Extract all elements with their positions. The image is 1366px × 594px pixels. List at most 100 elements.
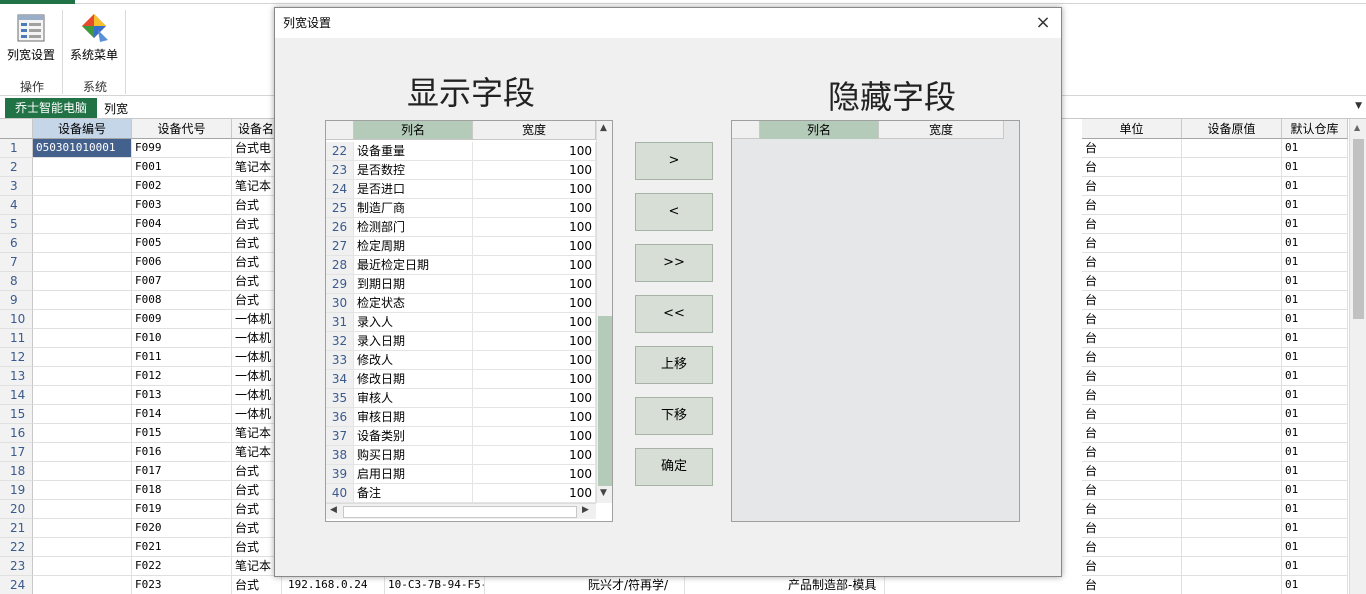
grid-cell-code[interactable] bbox=[33, 253, 132, 272]
grid-cell-wh[interactable]: 01 bbox=[1282, 481, 1348, 500]
move-all-left-button[interactable]: << bbox=[635, 295, 713, 333]
field-width[interactable]: 100 bbox=[473, 465, 596, 484]
grid-cell-id[interactable]: F017 bbox=[132, 462, 232, 481]
field-width[interactable]: 100 bbox=[473, 294, 596, 313]
grid-cell-wh[interactable]: 01 bbox=[1282, 272, 1348, 291]
grid-cell-dept[interactable]: 产品制造部-模具 bbox=[785, 576, 885, 594]
grid-cell-n[interactable]: 11 bbox=[0, 329, 33, 348]
scrollbar-thumb[interactable] bbox=[598, 316, 612, 486]
grid-cell-id[interactable]: F009 bbox=[132, 310, 232, 329]
grid-cell-price[interactable] bbox=[1182, 424, 1282, 443]
grid-cell-code[interactable] bbox=[33, 538, 132, 557]
table-row[interactable]: 24 F023 台式 台 01 192.168.0.24 10-C3-7B-94-F5- 阮兴… bbox=[0, 576, 1366, 594]
grid-cell-id[interactable]: F004 bbox=[132, 215, 232, 234]
grid-cell-id[interactable]: F023 bbox=[132, 576, 232, 594]
list-item[interactable]: 32 录入日期 100 bbox=[326, 332, 596, 351]
grid-vertical-scrollbar[interactable]: ▲ bbox=[1349, 119, 1366, 594]
list-item[interactable]: 35 审核人 100 bbox=[326, 389, 596, 408]
grid-cell-id[interactable]: F006 bbox=[132, 253, 232, 272]
list-item[interactable]: 27 检定周期 100 bbox=[326, 237, 596, 256]
field-name[interactable]: 审核日期 bbox=[354, 408, 473, 427]
grid-cell-code[interactable] bbox=[33, 405, 132, 424]
grid-cell-price[interactable] bbox=[1182, 481, 1282, 500]
grid-cell-id[interactable]: F019 bbox=[132, 500, 232, 519]
field-name[interactable]: 检定周期 bbox=[354, 237, 473, 256]
grid-cell-n[interactable]: 23 bbox=[0, 557, 33, 576]
grid-cell-code[interactable] bbox=[33, 348, 132, 367]
field-width[interactable]: 100 bbox=[473, 408, 596, 427]
grid-cell-price[interactable] bbox=[1182, 139, 1282, 158]
grid-cell-wh[interactable]: 01 bbox=[1282, 234, 1348, 253]
fields-vertical-scrollbar[interactable]: ▲ ▼ bbox=[596, 121, 612, 503]
field-name[interactable]: 到期日期 bbox=[354, 275, 473, 294]
grid-cell-n[interactable]: 18 bbox=[0, 462, 33, 481]
grid-cell-wh[interactable]: 01 bbox=[1282, 139, 1348, 158]
grid-cell-unit[interactable]: 台 bbox=[1082, 310, 1182, 329]
field-name[interactable]: 检定状态 bbox=[354, 294, 473, 313]
list-item[interactable]: 22 设备重量 100 bbox=[326, 142, 596, 161]
column-header-name[interactable]: 列名 bbox=[760, 121, 879, 139]
grid-cell-code[interactable] bbox=[33, 481, 132, 500]
grid-cell-user[interactable]: 阮兴才/符再学/ bbox=[585, 576, 685, 594]
field-name[interactable]: 修改日期 bbox=[354, 370, 473, 389]
grid-cell-n[interactable]: 13 bbox=[0, 367, 33, 386]
grid-cell-wh[interactable]: 01 bbox=[1282, 196, 1348, 215]
column-header[interactable]: 设备原值 bbox=[1182, 119, 1282, 139]
grid-cell-n[interactable]: 22 bbox=[0, 538, 33, 557]
grid-cell-price[interactable] bbox=[1182, 215, 1282, 234]
move-down-button[interactable]: 下移 bbox=[635, 397, 713, 435]
grid-cell-id[interactable]: F008 bbox=[132, 291, 232, 310]
grid-cell-unit[interactable]: 台 bbox=[1082, 234, 1182, 253]
field-width[interactable]: 100 bbox=[473, 256, 596, 275]
list-item[interactable]: 25 制造厂商 100 bbox=[326, 199, 596, 218]
move-all-right-button[interactable]: >> bbox=[635, 244, 713, 282]
grid-cell-n[interactable]: 9 bbox=[0, 291, 33, 310]
grid-cell-wh[interactable]: 01 bbox=[1282, 177, 1348, 196]
grid-cell-wh[interactable]: 01 bbox=[1282, 462, 1348, 481]
move-right-button[interactable]: > bbox=[635, 142, 713, 180]
grid-cell-unit[interactable]: 台 bbox=[1082, 367, 1182, 386]
grid-cell-wh[interactable]: 01 bbox=[1282, 538, 1348, 557]
grid-cell-price[interactable] bbox=[1182, 405, 1282, 424]
grid-cell-price[interactable] bbox=[1182, 329, 1282, 348]
grid-cell-price[interactable] bbox=[1182, 253, 1282, 272]
grid-cell-code[interactable]: 050301010001 bbox=[33, 139, 132, 158]
grid-cell-unit[interactable]: 台 bbox=[1082, 291, 1182, 310]
list-item[interactable]: 36 审核日期 100 bbox=[326, 408, 596, 427]
grid-cell-unit[interactable]: 台 bbox=[1082, 348, 1182, 367]
column-header-width[interactable]: 宽度 bbox=[879, 121, 1004, 139]
list-item[interactable]: 28 最近检定日期 100 bbox=[326, 256, 596, 275]
grid-cell-id[interactable]: F007 bbox=[132, 272, 232, 291]
field-name[interactable]: 录入日期 bbox=[354, 332, 473, 351]
field-width[interactable]: 100 bbox=[473, 389, 596, 408]
field-width[interactable]: 100 bbox=[473, 313, 596, 332]
ok-button[interactable]: 确定 bbox=[635, 448, 713, 486]
field-name[interactable]: 是否数控 bbox=[354, 161, 473, 180]
grid-cell-unit[interactable]: 台 bbox=[1082, 557, 1182, 576]
grid-cell-price[interactable] bbox=[1182, 196, 1282, 215]
field-width[interactable]: 100 bbox=[473, 351, 596, 370]
arrow-down-icon[interactable]: ▼ bbox=[600, 488, 607, 498]
list-item[interactable]: 26 检测部门 100 bbox=[326, 218, 596, 237]
grid-cell-code[interactable] bbox=[33, 215, 132, 234]
grid-cell-price[interactable] bbox=[1182, 576, 1282, 594]
grid-cell-wh[interactable]: 01 bbox=[1282, 405, 1348, 424]
column-header[interactable]: 单位 bbox=[1082, 119, 1182, 139]
grid-corner[interactable] bbox=[0, 119, 33, 139]
list-item[interactable]: 33 修改人 100 bbox=[326, 351, 596, 370]
grid-cell-price[interactable] bbox=[1182, 557, 1282, 576]
field-width[interactable]: 100 bbox=[473, 199, 596, 218]
grid-cell-n[interactable]: 20 bbox=[0, 500, 33, 519]
move-up-button[interactable]: 上移 bbox=[635, 346, 713, 384]
field-width[interactable]: 100 bbox=[473, 484, 596, 503]
field-name[interactable]: 检测部门 bbox=[354, 218, 473, 237]
field-name[interactable]: 设备类别 bbox=[354, 427, 473, 446]
grid-cell-n[interactable]: 7 bbox=[0, 253, 33, 272]
grid-cell-wh[interactable]: 01 bbox=[1282, 557, 1348, 576]
grid-cell-unit[interactable]: 台 bbox=[1082, 272, 1182, 291]
close-icon[interactable]: × bbox=[1031, 8, 1055, 38]
column-header-width[interactable]: 宽度 bbox=[473, 121, 596, 139]
grid-cell-price[interactable] bbox=[1182, 158, 1282, 177]
list-item[interactable]: 38 购买日期 100 bbox=[326, 446, 596, 465]
grid-cell-id[interactable]: F003 bbox=[132, 196, 232, 215]
